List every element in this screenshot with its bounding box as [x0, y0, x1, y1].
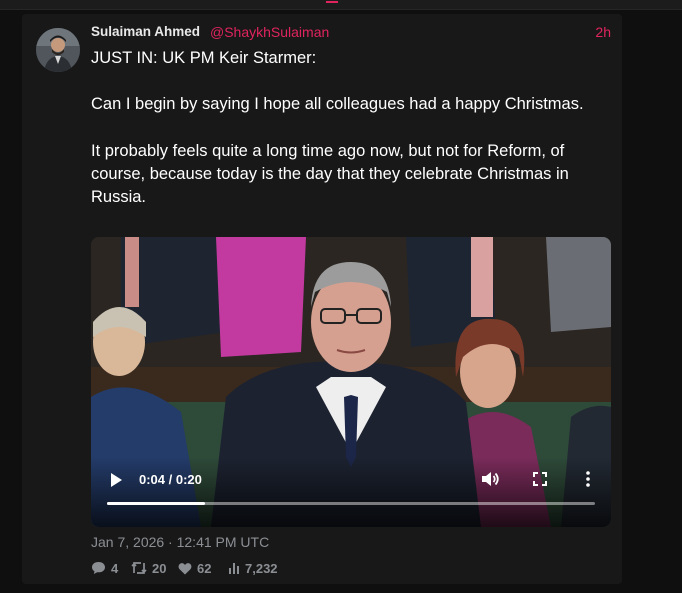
retweet-icon — [131, 561, 147, 575]
author-handle[interactable]: @ShaykhSulaiman — [210, 24, 329, 40]
relative-time[interactable]: 2h — [595, 24, 611, 40]
views-icon — [229, 563, 239, 574]
like-stat[interactable]: 62 — [178, 559, 211, 577]
reply-stat[interactable]: 4 — [91, 559, 118, 577]
video-progress-fill — [107, 502, 205, 505]
tab-indicator — [326, 0, 338, 3]
tweet-paragraph: It probably feels quite a long time ago … — [91, 141, 569, 207]
video-time: 0:04 / 0:20 — [139, 472, 202, 487]
author-name[interactable]: Sulaiman Ahmed — [91, 24, 200, 39]
top-bar — [0, 0, 682, 10]
retweet-count: 20 — [152, 560, 167, 576]
tweet-paragraph: JUST IN: UK PM Keir Starmer: — [91, 49, 317, 67]
fullscreen-icon[interactable] — [533, 472, 547, 486]
play-icon[interactable] — [110, 473, 122, 487]
tweet-date[interactable]: Jan 7, 2026 · 12:41 PM UTC — [91, 534, 269, 550]
video-player[interactable]: 0:04 / 0:20 — [91, 237, 611, 527]
tweet-header: Sulaiman Ahmed @ShaykhSulaiman 2h — [91, 23, 611, 43]
tweet-text: JUST IN: UK PM Keir Starmer: Can I begin… — [91, 47, 616, 209]
more-icon[interactable] — [585, 471, 591, 487]
tweet-paragraph: Can I begin by saying I hope all colleag… — [91, 95, 584, 114]
like-count: 62 — [197, 560, 212, 576]
retweet-stat[interactable]: 20 — [131, 559, 166, 577]
tweet-card: Sulaiman Ahmed @ShaykhSulaiman 2h JUST I… — [22, 14, 622, 584]
volume-icon[interactable] — [482, 471, 500, 487]
views-count: 7,232 — [245, 560, 278, 576]
reply-icon — [92, 562, 105, 574]
avatar[interactable] — [36, 28, 80, 72]
like-icon — [178, 562, 192, 574]
views-stat[interactable]: 7,232 — [228, 559, 278, 577]
video-progress-bar[interactable] — [107, 502, 595, 505]
reply-count: 4 — [111, 560, 119, 576]
video-controls-bg — [91, 457, 611, 527]
